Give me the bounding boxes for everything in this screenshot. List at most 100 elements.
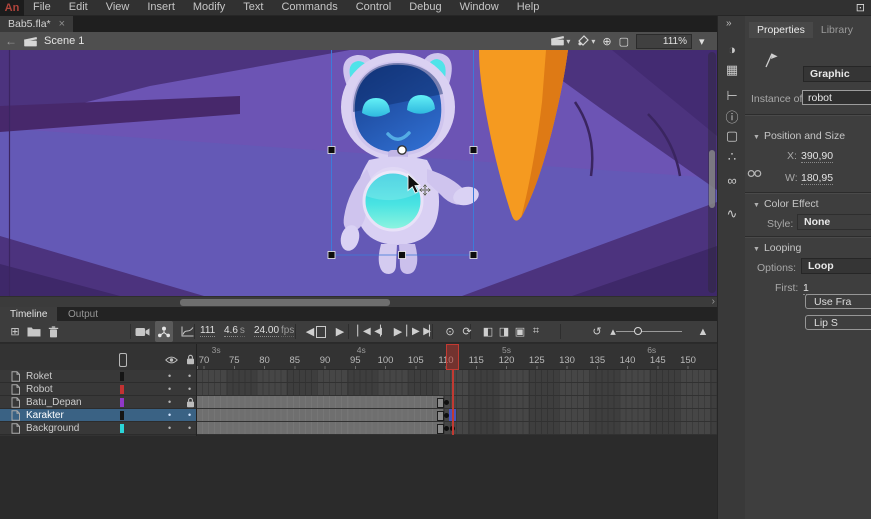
next-frame-button[interactable]: ▏▶ — [403, 321, 421, 342]
zoom-level-input[interactable]: 111% — [636, 34, 692, 49]
swatches-panel-icon[interactable]: ▦ — [718, 63, 746, 77]
clip-content-icon[interactable]: ▢ — [619, 35, 629, 48]
frame-row-roket[interactable] — [196, 370, 717, 383]
elapsed-time-readout[interactable]: 4.6s — [224, 325, 245, 336]
modify-markers-button[interactable]: ⌗ — [527, 321, 545, 342]
keyframe-dot[interactable] — [444, 426, 449, 431]
tab-output[interactable]: Output — [58, 307, 108, 321]
menu-debug[interactable]: Debug — [400, 1, 450, 13]
menu-text[interactable]: Text — [234, 1, 272, 13]
frame-span[interactable] — [196, 409, 443, 421]
collapse-panels-icon[interactable]: » — [726, 18, 731, 29]
frame-row-karakter[interactable] — [196, 409, 717, 422]
new-folder-button[interactable] — [25, 321, 43, 342]
timeline-zoom-slider[interactable] — [616, 331, 682, 332]
layer-lock-dot[interactable]: • — [188, 371, 191, 381]
span-end-frame[interactable] — [437, 398, 444, 408]
graph-editor-button[interactable] — [178, 321, 196, 342]
symbol-type-dropdown[interactable]: Graphic — [803, 66, 871, 82]
loop-frames-button[interactable]: ⟳ — [458, 321, 476, 342]
frame-row-batu_depan[interactable] — [196, 396, 717, 409]
layer-outline-color-swatch[interactable] — [120, 385, 124, 394]
eye-column-icon[interactable] — [165, 355, 178, 367]
layer-lock-dot[interactable]: • — [188, 384, 191, 394]
delete-layer-button[interactable] — [44, 321, 62, 342]
app-grid-icon[interactable]: ⊡ — [856, 1, 871, 14]
current-frame-readout[interactable]: 111 — [200, 325, 215, 336]
align-panel-icon[interactable]: ⊢ — [718, 89, 746, 103]
transform-point[interactable] — [398, 146, 406, 154]
layer-outline-color-swatch[interactable] — [120, 372, 124, 381]
frame-span[interactable] — [196, 396, 443, 408]
menu-file[interactable]: File — [24, 1, 60, 13]
previous-frame-button[interactable]: ◀▏ — [371, 321, 389, 342]
close-tab-icon[interactable]: × — [59, 19, 65, 29]
hscroll-right-arrow-icon[interactable]: › — [712, 296, 715, 307]
step-back-button[interactable]: ◀ — [301, 321, 319, 342]
frame-span[interactable] — [196, 422, 443, 434]
back-arrow-icon[interactable]: ← — [0, 34, 23, 48]
outline-color-column-icon[interactable] — [119, 353, 127, 367]
go-last-frame-button[interactable]: ▶▏ — [420, 321, 438, 342]
instance-name-field[interactable]: robot — [802, 90, 871, 105]
tab-timeline[interactable]: Timeline — [0, 307, 57, 321]
layer-row-karakter[interactable]: Karakter•• — [0, 409, 196, 422]
keyframe-dot[interactable] — [444, 400, 449, 405]
color-panel-icon[interactable]: ◑ — [718, 43, 746, 57]
zoom-out-frames-button[interactable]: ▴ — [604, 321, 622, 342]
hscroll-thumb[interactable] — [180, 299, 390, 306]
transform-panel-icon[interactable]: ▢ — [718, 129, 746, 143]
layer-row-roket[interactable]: Roket•• — [0, 370, 196, 383]
menu-help[interactable]: Help — [508, 1, 549, 13]
camera-button[interactable] — [133, 321, 151, 342]
menu-edit[interactable]: Edit — [60, 1, 97, 13]
lock-column-icon[interactable] — [186, 354, 195, 368]
info-panel-icon[interactable]: ⓘ — [718, 111, 746, 125]
menu-insert[interactable]: Insert — [138, 1, 184, 13]
use-frame-picker-button[interactable]: Use Fra — [805, 294, 871, 309]
edit-symbols-icon[interactable]: ▾ — [577, 34, 595, 49]
zoom-slider-knob[interactable] — [634, 327, 642, 335]
layer-visibility-dot[interactable]: • — [168, 371, 171, 381]
playhead-marker[interactable] — [446, 344, 459, 370]
layer-outline-color-swatch[interactable] — [120, 411, 124, 420]
onion-skin-button[interactable]: ⊙ — [441, 321, 459, 342]
lip-syncing-button[interactable]: Lip S — [805, 315, 871, 330]
center-stage-icon[interactable]: ⊕ — [602, 35, 611, 48]
loop-options-dropdown[interactable]: Loop — [801, 258, 871, 274]
breadcrumb-scene[interactable]: Scene 1 — [44, 35, 84, 47]
layer-row-background[interactable]: Background•• — [0, 422, 196, 435]
layer-visibility-dot[interactable]: • — [168, 397, 171, 407]
step-forward-button[interactable]: ▶ — [331, 321, 349, 342]
menu-control[interactable]: Control — [347, 1, 400, 13]
section-position-and-size[interactable]: ▼Position and Size — [753, 130, 845, 142]
new-layer-button[interactable]: ⊞ — [6, 321, 24, 342]
layer-visibility-dot[interactable]: • — [168, 423, 171, 433]
stage-viewport[interactable] — [0, 50, 717, 296]
document-tab[interactable]: Bab5.fla* × — [0, 16, 73, 32]
go-first-frame-button[interactable]: ▏◀ — [354, 321, 372, 342]
cc-libraries-panel-icon[interactable]: ∞ — [718, 174, 746, 188]
layer-visibility-dot[interactable]: • — [168, 410, 171, 420]
span-end-frame[interactable] — [437, 411, 444, 421]
stage-canvas[interactable] — [0, 50, 717, 296]
edit-scene-icon[interactable]: ▾ — [550, 34, 570, 49]
frame-row-robot[interactable] — [196, 383, 717, 396]
layer-row-batu_depan[interactable]: Batu_Depan• — [0, 396, 196, 409]
menu-commands[interactable]: Commands — [272, 1, 346, 13]
frame-row-background[interactable] — [196, 422, 717, 435]
link-width-height-icon[interactable] — [747, 169, 762, 181]
menu-modify[interactable]: Modify — [184, 1, 234, 13]
layer-outline-color-swatch[interactable] — [120, 398, 124, 407]
w-value[interactable]: 180,95 — [801, 172, 833, 185]
style-dropdown[interactable]: None — [797, 214, 871, 230]
parenting-view-button[interactable] — [155, 321, 173, 342]
menu-view[interactable]: View — [97, 1, 139, 13]
motion-editor-panel-icon[interactable]: ∿ — [718, 207, 746, 221]
section-color-effect[interactable]: ▼Color Effect — [753, 198, 819, 210]
vscroll-thumb[interactable] — [709, 150, 715, 208]
frame-rate-readout[interactable]: 24.00fps — [254, 325, 294, 336]
menu-window[interactable]: Window — [451, 1, 508, 13]
layer-visibility-dot[interactable]: • — [168, 384, 171, 394]
zoom-dropdown-caret[interactable]: ▾ — [699, 35, 713, 48]
